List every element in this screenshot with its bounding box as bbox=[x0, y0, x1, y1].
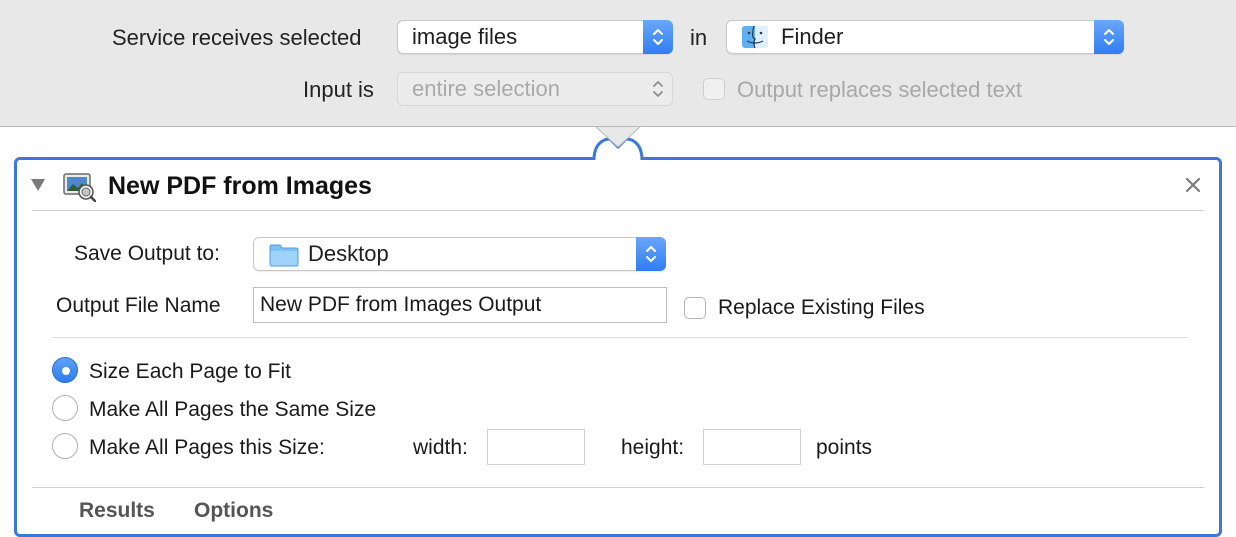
chevron-updown-icon bbox=[643, 20, 673, 54]
preview-photos-icon bbox=[62, 170, 97, 207]
file-name-input[interactable]: New PDF from Images Output bbox=[253, 287, 667, 323]
points-label: points bbox=[816, 436, 873, 459]
chevron-updown-icon bbox=[636, 237, 666, 271]
tab-results[interactable]: Results bbox=[79, 499, 155, 523]
in-label: in bbox=[690, 25, 708, 50]
width-input[interactable] bbox=[487, 429, 585, 465]
connector-notch bbox=[592, 126, 644, 161]
title-divider bbox=[32, 210, 1204, 211]
service-receives-label: Service receives selected bbox=[112, 25, 362, 50]
replace-existing-label: Replace Existing Files bbox=[718, 296, 925, 319]
folder-icon bbox=[269, 243, 299, 273]
same-size-label: Make All Pages the Same Size bbox=[89, 398, 377, 421]
this-size-label: Make All Pages this Size: bbox=[89, 436, 325, 459]
input-scope-popup[interactable]: entire selection bbox=[397, 72, 673, 106]
finder-icon bbox=[741, 25, 769, 49]
radio-same-size[interactable] bbox=[52, 395, 78, 421]
input-is-label: Input is bbox=[303, 77, 374, 102]
chevron-updown-icon bbox=[643, 72, 673, 106]
size-each-page-label: Size Each Page to Fit bbox=[89, 360, 291, 383]
action-title: New PDF from Images bbox=[108, 172, 372, 200]
output-replaces-label: Output replaces selected text bbox=[737, 77, 1022, 102]
chevron-updown-icon bbox=[1094, 20, 1124, 54]
replace-existing-checkbox[interactable] bbox=[684, 297, 706, 319]
file-name-label: Output File Name bbox=[56, 294, 221, 317]
tab-options[interactable]: Options bbox=[194, 499, 273, 523]
radio-size-each-page[interactable] bbox=[52, 357, 78, 383]
close-icon[interactable] bbox=[1185, 177, 1201, 198]
height-label: height: bbox=[621, 436, 685, 459]
action-panel bbox=[14, 157, 1222, 537]
input-scope-value: entire selection bbox=[412, 76, 560, 101]
save-output-label: Save Output to: bbox=[74, 242, 220, 265]
options-divider bbox=[52, 337, 1188, 338]
width-label: width: bbox=[413, 436, 468, 459]
input-type-value: image files bbox=[412, 24, 518, 49]
footer-divider bbox=[32, 487, 1204, 488]
radio-this-size[interactable] bbox=[52, 433, 78, 459]
input-type-popup[interactable]: image files bbox=[397, 20, 673, 54]
output-replaces-checkbox[interactable] bbox=[703, 78, 725, 100]
application-popup[interactable]: Finder bbox=[726, 20, 1124, 54]
height-input[interactable] bbox=[703, 429, 801, 465]
disclosure-triangle-icon[interactable] bbox=[30, 178, 46, 197]
save-output-popup[interactable]: Desktop bbox=[253, 237, 666, 271]
